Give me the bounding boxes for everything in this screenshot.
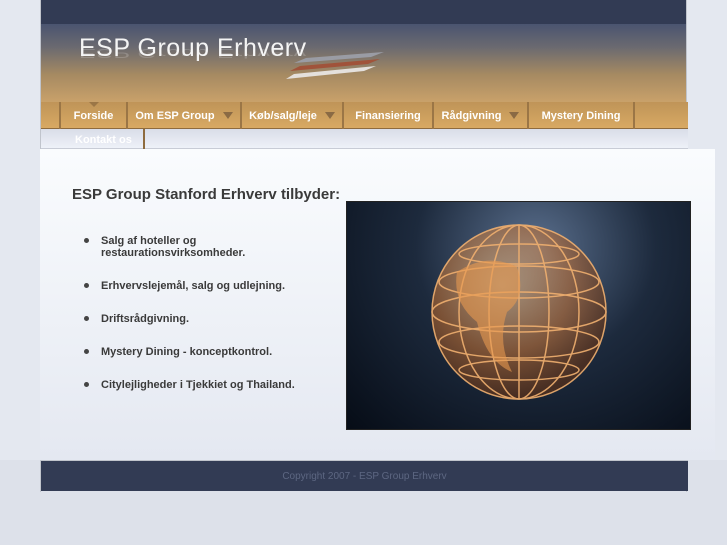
page-heading: ESP Group Stanford Erhverv tilbyder:: [72, 186, 341, 203]
logo-reflection: ESP Group Erhverv: [79, 46, 307, 60]
nav-spacer: [633, 102, 688, 129]
dropdown-arrow-icon: [324, 112, 335, 119]
nav-second-row: Kontakt os: [41, 129, 688, 156]
list-item: Citylejligheder i Tjekkiet og Thailand.: [84, 379, 324, 391]
nav-item-radgivning[interactable]: Rådgivning: [432, 102, 527, 129]
list-item: Mystery Dining - konceptkontrol.: [84, 346, 324, 358]
nav-label: Rådgivning: [441, 109, 502, 122]
dropdown-arrow-icon: [509, 112, 520, 119]
nav-item-kob-salg-leje[interactable]: Køb/salg/leje: [240, 102, 342, 129]
nav-item-mystery-dining[interactable]: Mystery Dining: [527, 102, 633, 129]
header-banner: ESP Group Erhverv ESP Group Erhverv: [41, 24, 686, 102]
nav-label: Om ESP Group: [135, 109, 215, 122]
nav-label: Finansiering: [355, 109, 421, 122]
main-content: ESP Group Stanford Erhverv tilbyder: Sal…: [40, 149, 715, 460]
nav-label: Forside: [73, 109, 114, 122]
list-item: Salg af hoteller og restaurationsvirksom…: [84, 235, 324, 259]
logo-stripes-icon: [286, 52, 384, 79]
nav-item-forside[interactable]: Forside: [59, 102, 126, 129]
services-list: Salg af hoteller og restaurationsvirksom…: [84, 235, 324, 412]
copyright-text: Copyright 2007 - ESP Group Erhverv: [282, 471, 447, 482]
top-bar: [41, 0, 686, 24]
nav-item-om-esp-group[interactable]: Om ESP Group: [126, 102, 240, 129]
nav-item-kontakt-os[interactable]: Kontakt os: [75, 134, 132, 146]
nav-label: Køb/salg/leje: [249, 109, 317, 122]
footer: Copyright 2007 - ESP Group Erhverv: [41, 460, 688, 491]
list-item: Driftsrådgivning.: [84, 313, 324, 325]
dropdown-arrow-icon: [222, 112, 233, 119]
list-item: Erhvervslejemål, salg og udlejning.: [84, 280, 324, 292]
active-indicator-icon: [88, 102, 99, 107]
main-nav: Forside Om ESP Group Køb/salg/leje Finan…: [41, 102, 688, 129]
nav-label: Mystery Dining: [541, 109, 621, 122]
globe-image: [346, 201, 691, 430]
globe-icon: [431, 224, 607, 400]
nav-item-finansiering[interactable]: Finansiering: [342, 102, 432, 129]
